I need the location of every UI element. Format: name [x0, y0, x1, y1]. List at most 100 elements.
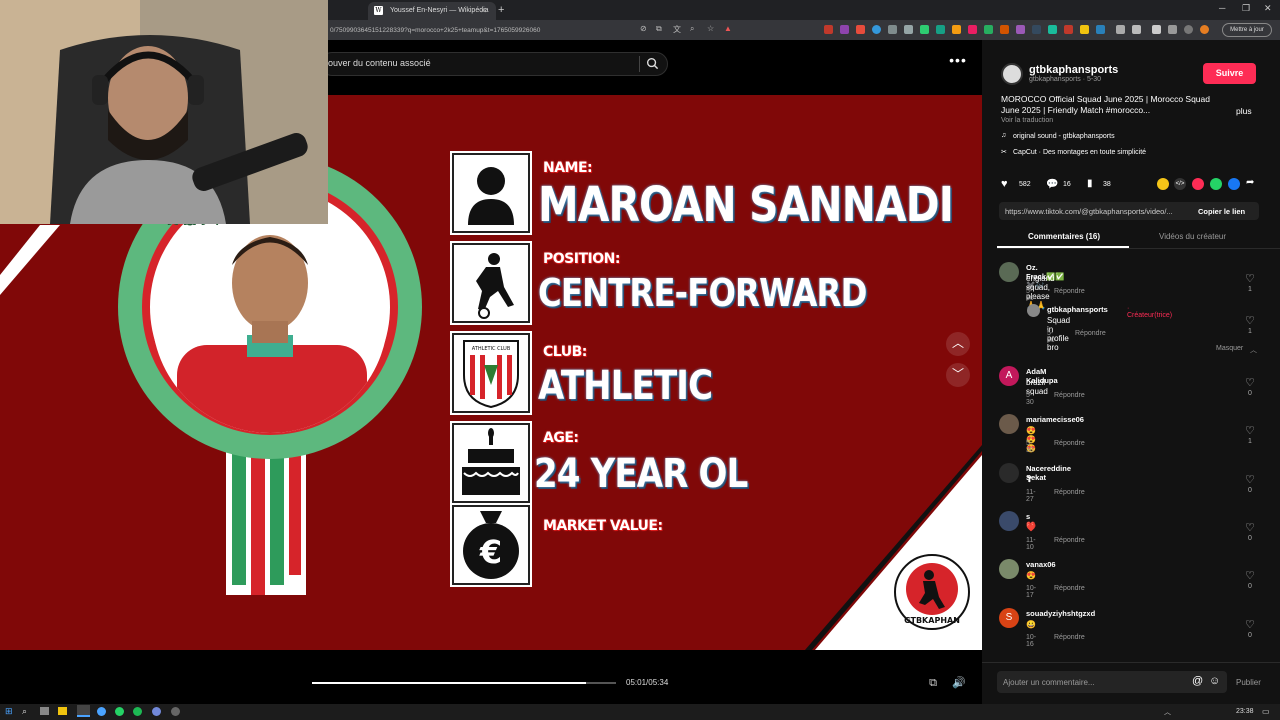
comment-like-icon[interactable]: ♡	[1245, 314, 1255, 327]
comment-input[interactable]: Ajouter un commentaire...	[1003, 678, 1095, 687]
commenter-avatar[interactable]	[999, 414, 1019, 434]
sound-link[interactable]: original sound - gtbkaphansports	[1013, 133, 1115, 140]
taskbar-app-icon[interactable]	[133, 707, 142, 716]
mention-icon[interactable]: @	[1192, 675, 1203, 687]
extension-icon[interactable]	[840, 25, 849, 34]
translate-icon[interactable]: 文	[673, 24, 681, 35]
taskbar-app-icon[interactable]	[171, 707, 180, 716]
close-window-icon[interactable]: ✕	[1264, 3, 1272, 14]
translate-link[interactable]: Voir la traduction	[1001, 117, 1053, 124]
like-icon[interactable]: ♥	[1001, 178, 1008, 190]
reply-button[interactable]: Répondre	[1054, 585, 1085, 592]
comment-like-icon[interactable]: ♡	[1245, 473, 1255, 486]
notifications-icon[interactable]: ▭	[1262, 707, 1270, 716]
commenter-avatar[interactable]	[1027, 304, 1040, 317]
extension-icon[interactable]	[968, 25, 977, 34]
share-icon[interactable]: ➦	[1246, 177, 1254, 188]
extension-icon[interactable]	[920, 25, 929, 34]
taskbar-search-icon[interactable]: ⌕	[22, 706, 27, 717]
sidebar-icon[interactable]	[1152, 25, 1161, 34]
copy-link-button[interactable]: Copier le lien	[1198, 207, 1245, 216]
send-icon[interactable]	[1192, 178, 1204, 190]
coin-icon[interactable]	[1157, 178, 1169, 190]
extensions-icon[interactable]	[1168, 25, 1177, 34]
commenter-name[interactable]: gtbkaphansports	[1047, 305, 1108, 314]
extension-icon[interactable]	[1116, 25, 1125, 34]
publish-button[interactable]: Publier	[1236, 678, 1261, 687]
comment-like-icon[interactable]: ♡	[1245, 376, 1255, 389]
commenter-avatar[interactable]	[999, 463, 1019, 483]
more-options-icon[interactable]: •••	[946, 53, 970, 72]
extension-icon[interactable]	[1132, 25, 1141, 34]
extension-icon[interactable]	[824, 25, 833, 34]
embed-icon[interactable]: </>	[1174, 178, 1186, 190]
volume-icon[interactable]: 🔊	[950, 674, 968, 692]
browser-tab[interactable]: W Youssef En-Nesyri — Wikipédia ✕	[368, 2, 496, 20]
commenter-avatar[interactable]: A	[999, 366, 1019, 386]
taskbar-app-icon[interactable]	[152, 707, 161, 716]
chevron-up-icon[interactable]: ︿	[1250, 345, 1257, 355]
more-description-link[interactable]: plus	[1236, 106, 1252, 116]
picture-in-picture-icon[interactable]: ⧉	[924, 674, 942, 692]
follow-button[interactable]: Suivre	[1203, 63, 1256, 84]
extension-icon[interactable]	[936, 25, 945, 34]
extension-icon[interactable]	[952, 25, 961, 34]
creator-avatar[interactable]	[1001, 63, 1023, 85]
tray-chevron-icon[interactable]: ︿	[1164, 707, 1171, 717]
reply-button[interactable]: Répondre	[1054, 288, 1085, 295]
open-external-icon[interactable]: ⧉	[656, 24, 662, 34]
reply-button[interactable]: Répondre	[1054, 489, 1085, 496]
facebook-icon[interactable]	[1228, 178, 1240, 190]
extension-icon[interactable]	[888, 25, 897, 34]
task-view-icon[interactable]	[40, 707, 49, 715]
search-icon[interactable]	[646, 57, 659, 70]
extension-icon[interactable]	[856, 25, 865, 34]
reply-button[interactable]: Répondre	[1054, 634, 1085, 641]
no-tracking-icon[interactable]: ⊘	[640, 24, 647, 33]
comment-like-icon[interactable]: ♡	[1245, 272, 1255, 285]
commenter-name[interactable]: vanax06	[1026, 560, 1056, 569]
comment-like-icon[interactable]: ♡	[1245, 618, 1255, 631]
tab-comments[interactable]: Commentaires (16)	[1028, 232, 1100, 241]
extension-icon[interactable]	[1064, 25, 1073, 34]
reply-button[interactable]: Répondre	[1075, 330, 1106, 337]
comment-like-icon[interactable]: ♡	[1245, 424, 1255, 437]
video-link[interactable]: https://www.tiktok.com/@gtbkaphansports/…	[1005, 207, 1191, 216]
taskbar-app-icon[interactable]	[97, 707, 106, 716]
extension-icon[interactable]	[1096, 25, 1105, 34]
extension-icon[interactable]	[872, 25, 881, 34]
close-tab-icon[interactable]: ✕	[480, 6, 487, 15]
extension-icon[interactable]	[1032, 25, 1041, 34]
update-browser-button[interactable]: Mettre à jour	[1222, 23, 1272, 37]
start-icon[interactable]: ⊞	[5, 706, 13, 717]
system-tray[interactable]	[1176, 708, 1236, 716]
bookmark-icon[interactable]: ▮	[1087, 178, 1093, 189]
minimize-icon[interactable]: ─	[1219, 3, 1225, 13]
commenter-name[interactable]: Nacereddine Sekat	[1026, 464, 1071, 482]
zoom-icon[interactable]: ⌕	[690, 24, 694, 34]
reply-button[interactable]: Répondre	[1054, 392, 1085, 399]
extension-icon[interactable]	[904, 25, 913, 34]
extension-icon[interactable]	[984, 25, 993, 34]
comment-icon[interactable]: 💬	[1046, 179, 1058, 190]
reply-button[interactable]: Répondre	[1054, 440, 1085, 447]
emoji-icon[interactable]: ☺	[1209, 675, 1220, 687]
previous-video-button[interactable]: ︿	[946, 332, 970, 356]
capcut-link[interactable]: CapCut · Des montages en toute simplicit…	[1013, 149, 1146, 156]
comment-like-icon[interactable]: ♡	[1245, 521, 1255, 534]
download-icon[interactable]	[1200, 25, 1209, 34]
extension-icon[interactable]	[1048, 25, 1057, 34]
new-tab-icon[interactable]: +	[498, 4, 504, 16]
commenter-avatar[interactable]	[999, 559, 1019, 579]
restore-icon[interactable]: ❐	[1242, 3, 1250, 14]
extension-icon[interactable]	[1000, 25, 1009, 34]
search-input[interactable]: ouver du contenu associé	[328, 58, 431, 68]
extension-icon[interactable]	[1016, 25, 1025, 34]
comment-like-icon[interactable]: ♡	[1245, 569, 1255, 582]
tab-creator-videos[interactable]: Vidéos du créateur	[1159, 232, 1226, 241]
warning-icon[interactable]: ▲	[724, 24, 732, 33]
profile-icon[interactable]	[1184, 25, 1193, 34]
bookmark-star-icon[interactable]: ☆	[707, 24, 714, 33]
video-progress-bar[interactable]	[312, 682, 616, 684]
url-field[interactable]: 0/7509903645151228339?q=morocco+2k25+tea…	[330, 24, 638, 37]
